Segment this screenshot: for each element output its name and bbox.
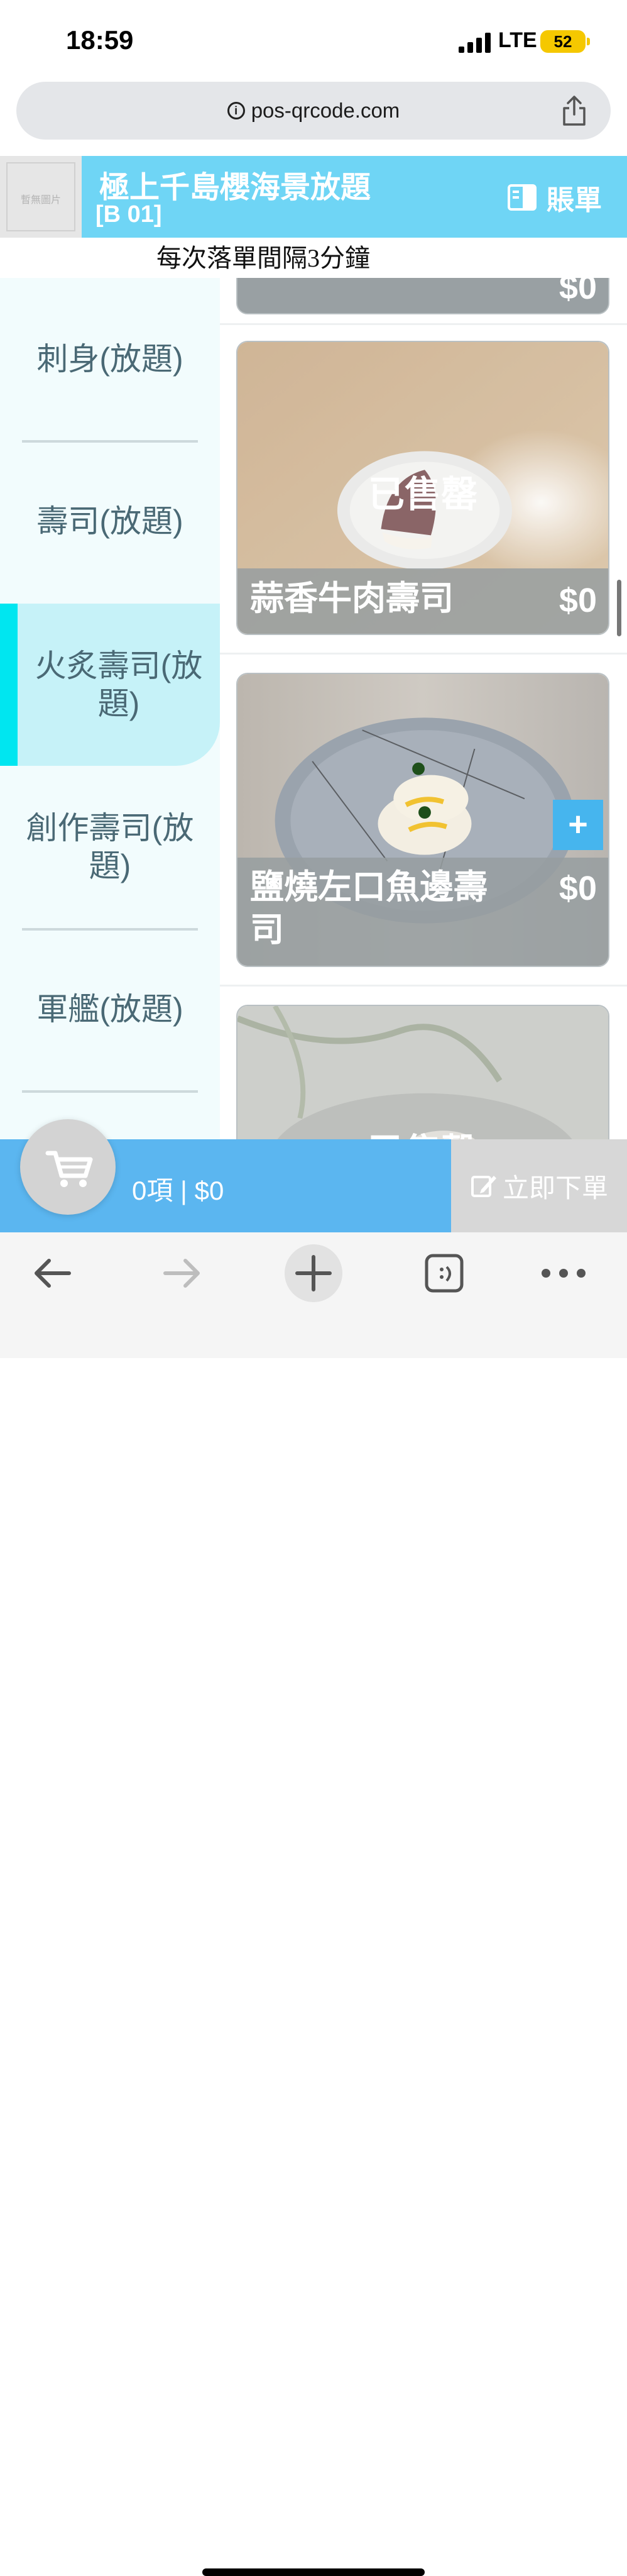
share-icon[interactable] (560, 94, 588, 127)
shop-logo: 暫無圖片 (0, 156, 82, 238)
active-category-indicator (0, 604, 18, 766)
home-indicator (202, 2568, 425, 2576)
order-interval-notice: 每次落單間隔3分鐘 (0, 239, 627, 278)
back-button[interactable] (18, 1245, 87, 1302)
shop-header: 暫無圖片 極上千島櫻海景放題 [B 01] 賬單 (0, 156, 627, 238)
tabs-button[interactable] (410, 1245, 479, 1302)
add-to-cart-button[interactable]: + (553, 800, 603, 850)
place-order-label: 立即下單 (502, 1173, 608, 1203)
item-price: $0 (559, 582, 597, 619)
menu-item-card[interactable]: 已售罄 蒜香牛肉壽司 $0 (236, 341, 609, 635)
more-icon (542, 1269, 586, 1278)
more-button[interactable] (529, 1245, 598, 1302)
category-label: 火炙壽司(放題) (35, 648, 203, 721)
menu-item-card[interactable]: + 鹽燒左口魚邊壽司 $0 (236, 673, 609, 967)
status-bar: 18:59 LTE 52 (0, 0, 627, 82)
bill-icon (508, 184, 537, 211)
edit-icon (471, 1176, 496, 1197)
menu-item-card[interactable]: 已售罄 (236, 1005, 609, 1139)
category-gunkan[interactable]: 軍艦(放題) (0, 928, 220, 1090)
network-type: LTE (498, 28, 537, 52)
cart-icon (45, 1151, 93, 1187)
logo-placeholder: 暫無圖片 (6, 162, 75, 231)
item-price: $0 (559, 278, 597, 306)
back-icon (35, 1259, 71, 1288)
bill-button[interactable]: 賬單 (508, 180, 602, 216)
category-creative-sushi[interactable]: 創作壽司(放題) (0, 766, 220, 928)
cart-button[interactable] (20, 1119, 116, 1215)
browser-toolbar (0, 1232, 627, 2576)
shop-title: 極上千島櫻海景放題 (99, 171, 371, 204)
category-label: 壽司(放題) (36, 504, 183, 539)
status-time: 18:59 (66, 25, 134, 55)
sold-out-label: 已售罄 (237, 1122, 608, 1139)
item-name: 鹽燒左口魚邊壽司 (250, 868, 488, 949)
category-label: 軍艦(放題) (36, 992, 183, 1027)
battery-tip (587, 38, 590, 45)
scrollbar[interactable] (617, 580, 621, 636)
category-label: 刺身(放題) (36, 341, 183, 377)
url-bar[interactable]: i pos-qrcode.com (16, 82, 611, 140)
cart-summary: 0項 | $0 (132, 1176, 224, 1205)
place-order-button[interactable]: 立即下單 (451, 1139, 627, 1232)
food-image (237, 1006, 608, 1139)
forward-button[interactable] (148, 1245, 217, 1302)
item-price: $0 (559, 870, 597, 907)
category-label: 創作壽司(放題) (26, 810, 194, 883)
category-divider (22, 1090, 198, 1093)
tabs-icon (425, 1254, 464, 1293)
item-separator (220, 653, 627, 655)
menu-item-card[interactable]: $0 (236, 278, 609, 314)
category-sushi[interactable]: 壽司(放題) (0, 440, 220, 602)
item-separator (220, 985, 627, 987)
url-text[interactable]: pos-qrcode.com (251, 99, 400, 123)
new-tab-button[interactable] (279, 1244, 348, 1302)
item-separator (220, 323, 627, 325)
signal-icon (459, 33, 491, 53)
category-sidebar[interactable]: 刺身(放題) 壽司(放題) 火炙壽司(放題) 創作壽司(放題) 軍艦(放題) (0, 278, 220, 1139)
info-icon[interactable]: i (227, 102, 245, 119)
menu-list[interactable]: $0 已售罄 蒜香牛肉壽司 $0 + 鹽燒左口魚邊壽司 $0 (220, 278, 627, 1139)
bill-label: 賬單 (547, 185, 602, 216)
table-number: [B 01] (95, 201, 162, 228)
battery-icon: 52 (540, 30, 586, 53)
new-tab-icon (285, 1244, 342, 1302)
sold-out-label: 已售罄 (368, 474, 477, 515)
category-aburi-sushi[interactable]: 火炙壽司(放題) (18, 604, 220, 766)
item-name: 蒜香牛肉壽司 (250, 579, 454, 617)
forward-icon (163, 1259, 200, 1288)
category-sashimi[interactable]: 刺身(放題) (0, 278, 220, 440)
notice-text: 每次落單間隔3分鐘 (156, 244, 370, 272)
